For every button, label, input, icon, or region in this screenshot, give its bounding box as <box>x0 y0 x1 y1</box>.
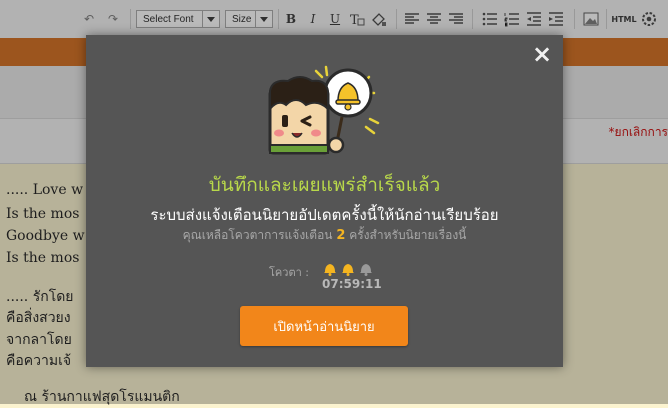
close-icon[interactable]: × <box>531 42 553 66</box>
modal-title: บันทึกและเผยแพร่สำเร็จแล้ว <box>208 174 441 196</box>
bell-active-icon <box>342 264 354 276</box>
quota-bells <box>322 262 374 276</box>
quota-note-suffix: ครั้งสำหรับนิยายเรื่องนี้ <box>349 228 467 242</box>
quota-count: 2 <box>336 228 346 243</box>
quota-note: คุณเหลือโควตาการแจ้งเตือน 2 ครั้งสำหรับน… <box>86 226 563 245</box>
mascot-bell-illustration <box>268 65 380 155</box>
open-reading-page-button[interactable]: เปิดหน้าอ่านนิยาย <box>240 306 408 346</box>
quota-reset-timer: 07:59:11 <box>322 277 382 291</box>
quota-label: โควตา : <box>269 266 309 279</box>
bell-active-icon <box>324 264 336 276</box>
bell-inactive-icon <box>360 264 372 276</box>
modal-subtitle: ระบบส่งแจ้งเตือนนิยายอัปเดตครั้งนี้ให้นั… <box>150 206 499 224</box>
quota-note-prefix: คุณเหลือโควตาการแจ้งเตือน <box>182 228 333 242</box>
publish-success-modal: × บันทึกและเผยแพร่สำเร็จแล้ว ระบบส่งแจ้ง… <box>86 35 563 367</box>
